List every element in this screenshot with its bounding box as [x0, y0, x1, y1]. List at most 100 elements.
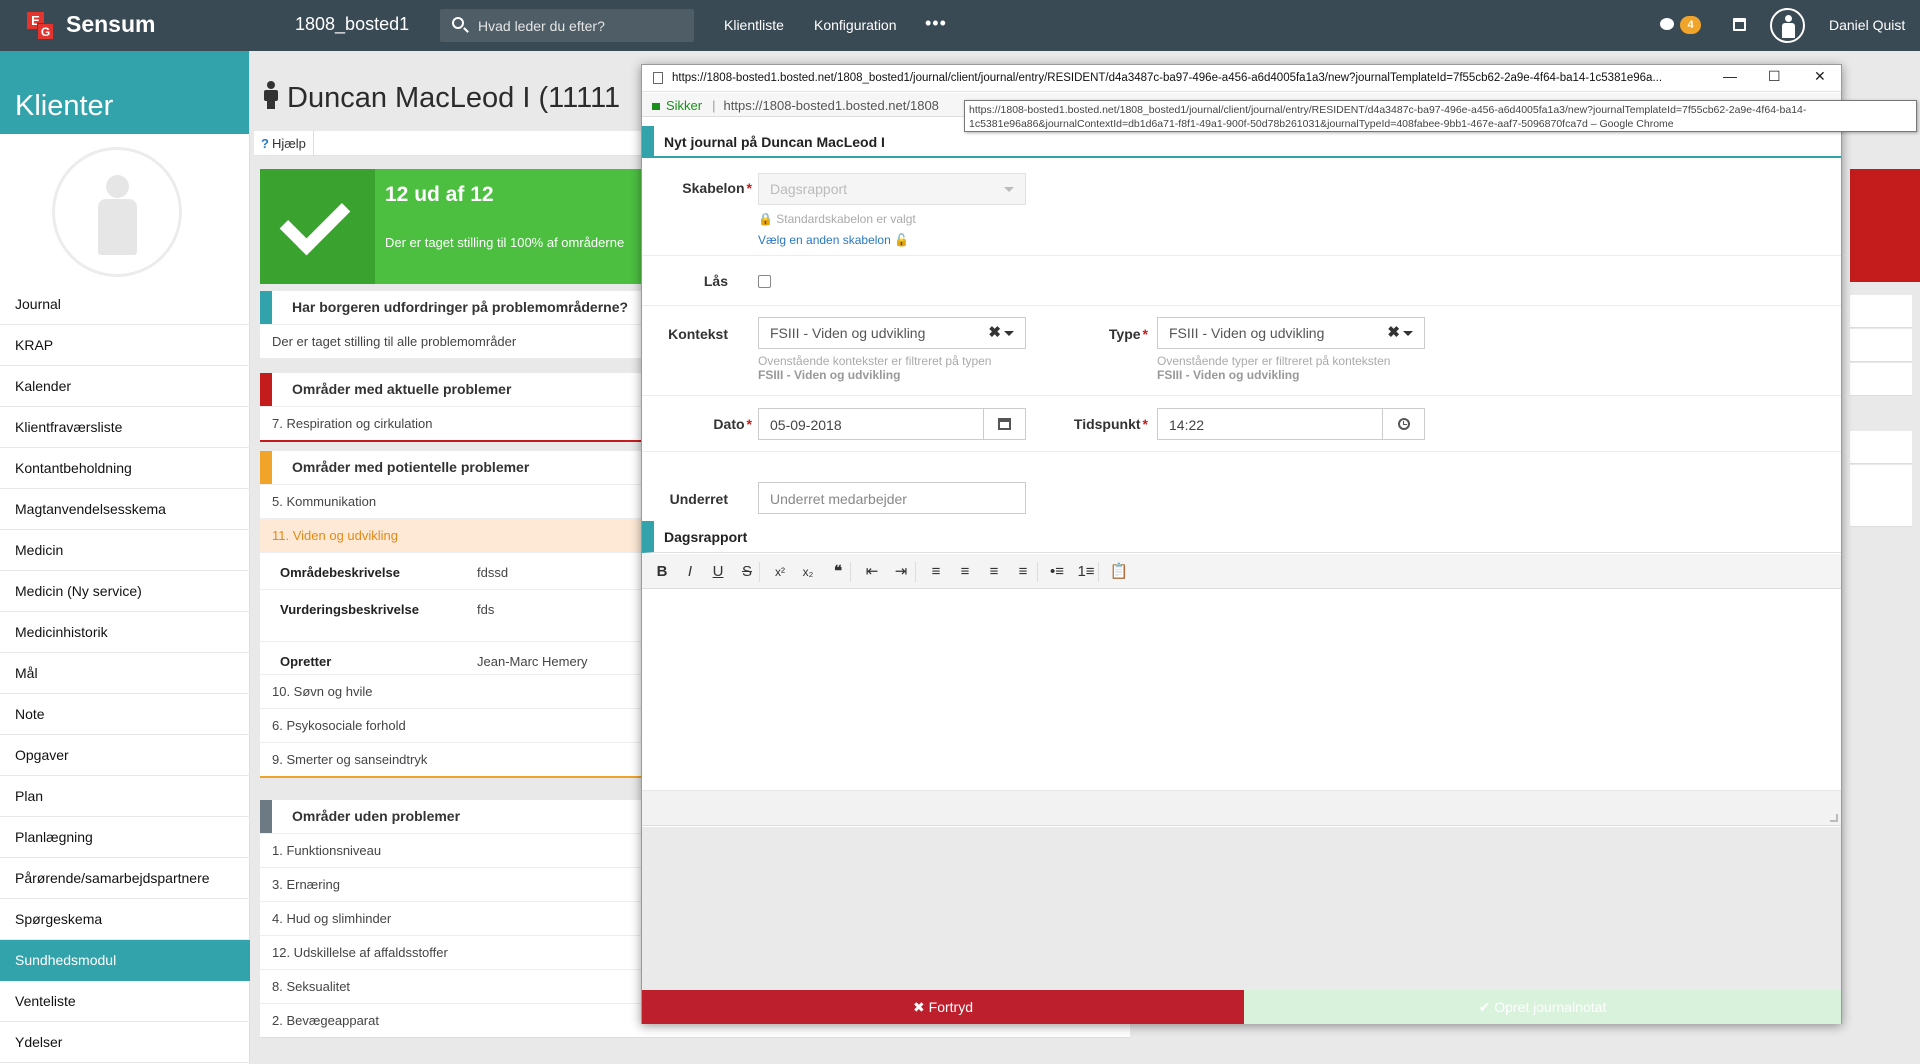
minimize-icon[interactable]: —: [1723, 68, 1737, 84]
chat-icon[interactable]: [1660, 18, 1674, 30]
detail-value: fdssd: [477, 565, 509, 580]
italic-icon[interactable]: I: [680, 562, 700, 582]
sidebar-item-medicinhistorik[interactable]: Medicinhistorik: [0, 612, 250, 653]
window-title-bar: https://1808-bosted1.bosted.net/1808_bos…: [642, 65, 1841, 92]
blockquote-icon[interactable]: ❝: [828, 562, 848, 582]
align-left-icon[interactable]: ≡: [926, 562, 946, 582]
template-hint: 🔒 Standardskabelon er valgt: [758, 212, 916, 226]
sidebar-title: Klienter: [0, 51, 249, 134]
cancel-button[interactable]: ✖ Fortryd: [642, 990, 1244, 1024]
bullet-list-icon[interactable]: •≡: [1047, 562, 1067, 582]
sidebar-item-pårørende-samarbejdspartnere[interactable]: Pårørende/samarbejdspartnere: [0, 858, 250, 899]
sidebar-item-kalender[interactable]: Kalender: [0, 366, 250, 407]
calendar-icon[interactable]: [1733, 18, 1746, 31]
date-time-row: Dato * 05-09-2018 Tidspunkt * 14:22: [642, 396, 1841, 452]
notify-input[interactable]: Underret medarbejder: [758, 482, 1026, 514]
date-label: Dato *: [713, 416, 752, 432]
nav-klientliste[interactable]: Klientliste: [724, 17, 784, 33]
logo-letter-g: G: [37, 23, 54, 40]
date-input[interactable]: 05-09-2018: [758, 408, 1026, 440]
lock-checkbox[interactable]: [758, 275, 771, 288]
window-url: https://1808-bosted1.bosted.net/1808_bos…: [672, 72, 1663, 84]
sidebar-item-venteliste[interactable]: Venteliste: [0, 981, 250, 1022]
sidebar-menu: Journal KRAP Kalender Klientfraværsliste Kon…: [0, 284, 250, 1063]
search-box[interactable]: [440, 9, 694, 42]
create-journal-button[interactable]: ✔ Opret journalnotat: [1244, 990, 1841, 1024]
help-link[interactable]: Hjælp: [272, 136, 306, 151]
clear-icon[interactable]: ✖: [1387, 323, 1400, 341]
sidebar-item-kontantbeholdning[interactable]: Kontantbeholdning: [0, 448, 250, 489]
editor-toolbar: B I U Sx² x₂ ❝ ⇤ ⇥ ≡ ≡ ≡ ≡ •≡ 1≡ 📋: [642, 554, 1841, 589]
paste-icon[interactable]: 📋: [1109, 562, 1129, 582]
sidebar-item-sundhedsmodul[interactable]: Sundhedsmodul: [0, 940, 250, 981]
page-icon: [653, 72, 663, 84]
outdent-icon[interactable]: ⇤: [862, 562, 882, 582]
close-icon[interactable]: ✕: [1814, 68, 1826, 85]
user-avatar[interactable]: [1770, 8, 1805, 43]
context-label: Kontekst: [668, 326, 728, 342]
rich-text-editor[interactable]: [642, 590, 1841, 790]
align-justify-icon[interactable]: ≡: [1013, 562, 1033, 582]
sidebar-item-ydelser[interactable]: Ydelser: [0, 1022, 250, 1063]
eg-logo[interactable]: E G: [27, 12, 55, 40]
sidebar-item-planlægning[interactable]: Planlægning: [0, 817, 250, 858]
superscript-icon[interactable]: x²: [770, 562, 790, 582]
toolbar-divider: [915, 562, 916, 582]
journal-form: Skabelon * Dagsrapport 🔒 Standardskabelon…: [642, 160, 1841, 452]
score-title: 12 ud af 12: [385, 183, 494, 206]
score-panel: 12 ud af 12 Der er taget stilling til 10…: [260, 169, 680, 284]
clear-icon[interactable]: ✖: [988, 323, 1001, 341]
template-select[interactable]: Dagsrapport: [758, 173, 1026, 205]
lock-label: Lås: [703, 273, 728, 289]
editor-title: Dagsrapport: [642, 521, 1841, 553]
brand-name[interactable]: Sensum: [66, 11, 155, 38]
toolbar-divider: [759, 562, 760, 582]
lock-row: Lås: [642, 256, 1841, 306]
clock-icon: [1398, 418, 1410, 430]
more-menu-icon[interactable]: •••: [925, 13, 947, 34]
chevron-down-icon: [1403, 331, 1413, 336]
sidebar-item-medicin-ny-service-[interactable]: Medicin (Ny service): [0, 571, 250, 612]
sidebar-item-klientfraværsliste[interactable]: Klientfraværsliste: [0, 407, 250, 448]
sidebar-item-spørgeskema[interactable]: Spørgeskema: [0, 899, 250, 940]
address-url[interactable]: https://1808-bosted1.bosted.net/1808: [724, 98, 939, 113]
toolbar-divider: [850, 562, 851, 582]
sidebar-item-mål[interactable]: Mål: [0, 653, 250, 694]
right-panel-row: [1850, 295, 1912, 328]
checkmark-icon: [260, 169, 375, 284]
choose-template-link[interactable]: Vælg en anden skabelon 🔓: [758, 233, 909, 247]
page-title: Duncan MacLeod I (11111: [263, 81, 620, 115]
context-hint: Ovenstående kontekster er filtreret på t…: [758, 354, 992, 382]
sidebar-item-opgaver[interactable]: Opgaver: [0, 735, 250, 776]
sidebar-item-medicin[interactable]: Medicin: [0, 530, 250, 571]
numbered-list-icon[interactable]: 1≡: [1076, 562, 1096, 582]
align-center-icon[interactable]: ≡: [955, 562, 975, 582]
subscript-icon[interactable]: x₂: [798, 562, 818, 582]
type-select[interactable]: FSIII - Viden og udvikling ✖: [1157, 317, 1425, 349]
indent-icon[interactable]: ⇥: [891, 562, 911, 582]
sidebar-item-plan[interactable]: Plan: [0, 776, 250, 817]
sidebar-item-krap[interactable]: KRAP: [0, 325, 250, 366]
sidebar-item-journal[interactable]: Journal: [0, 284, 250, 325]
align-right-icon[interactable]: ≡: [984, 562, 1004, 582]
sidebar-item-magtanvendelsesskema[interactable]: Magtanvendelsesskema: [0, 489, 250, 530]
bold-icon[interactable]: B: [652, 562, 672, 582]
context-select[interactable]: FSIII - Viden og udvikling ✖: [758, 317, 1026, 349]
maximize-icon[interactable]: ☐: [1768, 68, 1781, 85]
underline-icon[interactable]: U: [708, 562, 728, 582]
date-picker-button[interactable]: [983, 409, 1025, 439]
time-picker-button[interactable]: [1382, 409, 1424, 439]
search-input[interactable]: [478, 9, 688, 42]
detail-label: Vurderingsbeskrivelse: [280, 602, 419, 617]
sidebar-item-note[interactable]: Note: [0, 694, 250, 735]
editor-footer: [642, 790, 1841, 826]
resize-handle-icon[interactable]: [1830, 814, 1838, 822]
strikethrough-icon[interactable]: S: [737, 562, 757, 582]
notification-badge[interactable]: 4: [1680, 16, 1701, 34]
time-input[interactable]: 14:22: [1157, 408, 1425, 440]
chevron-down-icon: [1004, 187, 1014, 192]
help-icon[interactable]: ?: [261, 136, 269, 151]
chevron-down-icon: [1004, 331, 1014, 336]
nav-konfiguration[interactable]: Konfiguration: [814, 17, 897, 33]
user-name[interactable]: Daniel Quist: [1829, 17, 1905, 33]
